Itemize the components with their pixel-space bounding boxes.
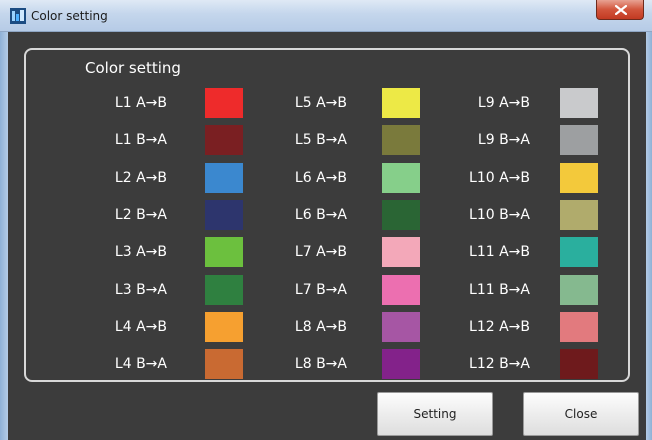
color-swatch[interactable]	[382, 311, 420, 342]
color-swatch[interactable]	[382, 199, 420, 230]
color-label: L6 A→B	[294, 169, 347, 186]
color-swatch[interactable]	[205, 125, 243, 156]
color-label: L4 A→B	[114, 318, 167, 335]
color-swatch[interactable]	[382, 88, 420, 118]
color-label: L5 A→B	[294, 95, 347, 111]
color-swatch[interactable]	[205, 199, 243, 230]
color-swatch[interactable]	[382, 125, 420, 156]
color-label: L8 A→B	[294, 318, 347, 335]
dialog-client-area: Color setting Setting Close L1 A→B L1 B→A…	[8, 32, 646, 440]
color-swatch[interactable]	[382, 349, 420, 380]
color-label: L7 B→A	[294, 281, 347, 298]
color-label: L2 B→A	[114, 206, 167, 223]
setting-button[interactable]: Setting	[377, 392, 493, 436]
color-label: L6 B→A	[294, 206, 347, 223]
color-swatch[interactable]	[560, 162, 598, 193]
color-label: L11 B→A	[469, 281, 530, 298]
color-label: L9 A→B	[477, 95, 530, 111]
color-swatch[interactable]	[205, 274, 243, 305]
color-label: L9 B→A	[477, 132, 530, 149]
color-swatch[interactable]	[382, 237, 420, 268]
color-label: L11 A→B	[469, 244, 530, 261]
color-label: L7 A→B	[294, 244, 347, 261]
color-label: L1 B→A	[114, 132, 167, 149]
window-frame-right	[646, 32, 652, 440]
window-title: Color setting	[31, 9, 108, 23]
color-label: L4 B→A	[114, 356, 167, 373]
color-swatch[interactable]	[382, 274, 420, 305]
color-swatch[interactable]	[560, 88, 598, 118]
color-swatch[interactable]	[560, 199, 598, 230]
color-label: L5 B→A	[294, 132, 347, 149]
group-title: Color setting	[85, 59, 181, 77]
color-label: L10 B→A	[469, 206, 530, 223]
color-swatch[interactable]	[382, 162, 420, 193]
color-swatch[interactable]	[205, 162, 243, 193]
color-label: L2 A→B	[114, 169, 167, 186]
app-icon	[10, 8, 26, 24]
window-frame-left	[0, 32, 8, 440]
color-swatch[interactable]	[560, 125, 598, 156]
color-label: L3 A→B	[114, 244, 167, 261]
color-label: L12 A→B	[469, 318, 530, 335]
color-label: L1 A→B	[114, 95, 167, 111]
color-label: L3 B→A	[114, 281, 167, 298]
color-label: L12 B→A	[469, 356, 530, 373]
color-swatch[interactable]	[205, 311, 243, 342]
color-swatch[interactable]	[560, 311, 598, 342]
close-icon	[615, 5, 627, 15]
close-button[interactable]: Close	[523, 392, 639, 436]
color-label: L10 A→B	[469, 169, 530, 186]
color-swatch[interactable]	[205, 349, 243, 380]
color-swatch[interactable]	[205, 237, 243, 268]
title-bar: Color setting	[0, 0, 652, 32]
color-label: L8 B→A	[294, 356, 347, 373]
window-close-button[interactable]	[596, 0, 644, 20]
color-swatch[interactable]	[560, 274, 598, 305]
color-swatch[interactable]	[205, 88, 243, 118]
color-swatch[interactable]	[560, 237, 598, 268]
color-swatch[interactable]	[560, 349, 598, 380]
